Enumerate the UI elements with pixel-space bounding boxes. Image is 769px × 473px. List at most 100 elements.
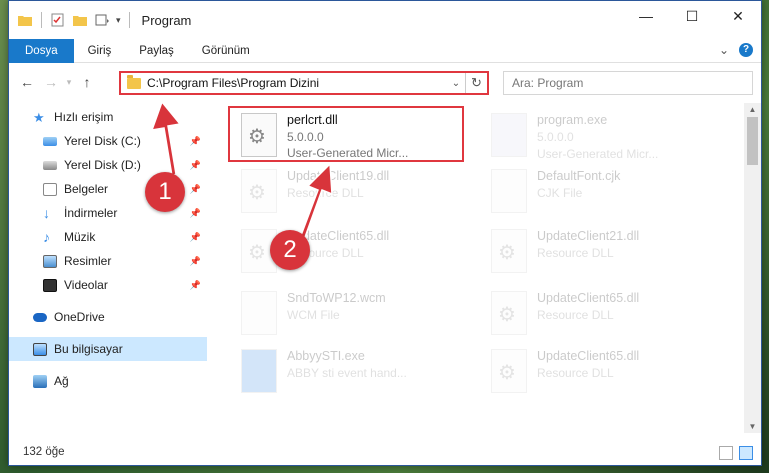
sidebar-item-label: Resimler: [64, 254, 112, 268]
file-type: WCM File: [287, 308, 340, 322]
scroll-up-icon[interactable]: ▲: [744, 105, 761, 114]
help-icon[interactable]: ?: [739, 43, 753, 57]
file-name: UpdateClient19.dll: [287, 169, 390, 183]
address-bar[interactable]: C:\Program Files\Program Dizini ⌄ ↻: [119, 71, 489, 95]
file-item[interactable]: AbbyySTI.exe ABBY sti event hand...: [235, 345, 465, 401]
scroll-thumb[interactable]: [747, 117, 758, 165]
file-item[interactable]: UpdateClient65.dll Resource DLL: [485, 345, 715, 401]
address-path[interactable]: C:\Program Files\Program Dizini: [147, 76, 447, 90]
file-item[interactable]: SndToWP12.wcm WCM File: [235, 287, 465, 343]
details-view-icon[interactable]: [719, 446, 733, 460]
sidebar-item-label: İndirmeler: [64, 206, 118, 220]
vertical-scrollbar[interactable]: ▲ ▼: [744, 103, 761, 433]
exe-file-icon: [491, 113, 527, 157]
up-button[interactable]: ↑: [75, 74, 99, 90]
view-buttons: [719, 446, 753, 460]
star-icon: ★: [33, 109, 45, 125]
pin-icon[interactable]: 📌: [190, 280, 201, 291]
recent-locations-button[interactable]: ▾: [63, 77, 75, 88]
scroll-down-icon[interactable]: ▼: [744, 422, 761, 431]
file-description: User-Generated Micr...: [537, 147, 659, 161]
network-icon: [33, 374, 47, 388]
window-controls: — ☐ ✕: [623, 1, 761, 31]
customize-toolbar-icon[interactable]: [94, 13, 110, 27]
sidebar-item-label: Hızlı erişim: [54, 110, 114, 124]
cloud-icon: [33, 312, 47, 322]
ribbon-tabs: Dosya Giriş Paylaş Görünüm ⌄ ?: [9, 38, 761, 63]
maximize-button[interactable]: ☐: [669, 1, 715, 31]
highlight-box: [228, 106, 464, 162]
sidebar-item-pictures[interactable]: Resimler 📌: [9, 249, 207, 273]
pictures-icon: [43, 254, 57, 268]
window-title: Program: [141, 12, 192, 28]
exe-file-icon: [241, 349, 277, 393]
sidebar-item-this-pc[interactable]: Bu bilgisayar: [9, 337, 207, 361]
tab-view[interactable]: Görünüm: [188, 39, 264, 63]
sidebar-item-videos[interactable]: Videolar 📌: [9, 273, 207, 297]
file-icon: [491, 169, 527, 213]
sidebar-item-onedrive[interactable]: OneDrive: [9, 305, 207, 329]
tab-home[interactable]: Giriş: [74, 39, 126, 63]
step-badge-2: 2: [270, 230, 310, 270]
title-bar: ▾ Program — ☐ ✕: [9, 1, 761, 39]
quick-access-toolbar: ▾: [9, 12, 132, 28]
forward-button[interactable]: →: [39, 74, 63, 90]
file-item[interactable]: UpdateClient65.dll Resource DLL: [485, 287, 715, 343]
dll-file-icon: [491, 291, 527, 335]
file-name: program.exe: [537, 113, 608, 127]
pin-icon[interactable]: 📌: [190, 184, 201, 195]
sidebar-item-network[interactable]: Ağ: [9, 369, 207, 393]
file-type: Resource DLL: [287, 186, 364, 200]
sidebar-item-label: Müzik: [64, 230, 96, 244]
new-folder-icon[interactable]: [72, 13, 88, 27]
ribbon-right: ⌄ ?: [719, 43, 753, 57]
explorer-window: ▾ Program — ☐ ✕ Dosya Giriş Paylaş Görün…: [8, 0, 762, 466]
pin-icon[interactable]: 📌: [190, 160, 201, 171]
properties-icon[interactable]: [50, 13, 66, 27]
step-badge-1: 1: [145, 172, 185, 212]
divider: [128, 12, 130, 28]
drive-icon: [43, 136, 57, 146]
pin-icon[interactable]: 📌: [190, 136, 201, 147]
sidebar-item-label: Ağ: [54, 374, 69, 388]
sidebar-item-disk-d[interactable]: Yerel Disk (D:) 📌: [9, 153, 207, 177]
file-name: UpdateClient65.dll: [537, 349, 640, 363]
tab-file[interactable]: Dosya: [9, 38, 74, 63]
file-item[interactable]: program.exe 5.0.0.0 User-Generated Micr...: [485, 109, 715, 165]
file-name: UpdateClient21.dll: [537, 229, 640, 243]
pin-icon[interactable]: 📌: [190, 208, 201, 219]
file-item[interactable]: DefaultFont.cjk CJK File: [485, 165, 715, 221]
video-icon: [43, 278, 57, 292]
file-type: Resource DLL: [537, 366, 614, 380]
file-type: ABBY sti event hand...: [287, 366, 407, 380]
item-count: 132 öğe: [23, 446, 65, 458]
sidebar-item-quick-access[interactable]: ★ Hızlı erişim: [9, 105, 207, 129]
file-icon: [241, 291, 277, 335]
large-icons-view-icon[interactable]: [739, 446, 753, 460]
folder-icon: [18, 16, 32, 26]
sidebar-item-disk-c[interactable]: Yerel Disk (C:) 📌: [9, 129, 207, 153]
sidebar-item-music[interactable]: ♪ Müzik 📌: [9, 225, 207, 249]
sidebar-item-label: Yerel Disk (D:): [64, 158, 141, 172]
close-button[interactable]: ✕: [715, 1, 761, 31]
minimize-button[interactable]: —: [623, 1, 669, 31]
file-name: DefaultFont.cjk: [537, 169, 621, 183]
file-item[interactable]: UpdateClient21.dll Resource DLL: [485, 225, 715, 281]
expand-ribbon-icon[interactable]: ⌄: [719, 43, 729, 57]
back-button[interactable]: ←: [15, 74, 39, 90]
search-input[interactable]: Ara: Program: [503, 71, 753, 95]
pin-icon[interactable]: 📌: [190, 232, 201, 243]
download-icon: ↓: [43, 204, 50, 221]
sidebar-item-label: Yerel Disk (C:): [64, 134, 141, 148]
navigation-pane: ★ Hızlı erişim Yerel Disk (C:) 📌 Yerel Dis…: [9, 105, 207, 435]
sidebar-item-label: OneDrive: [54, 310, 105, 324]
dll-file-icon: [241, 169, 277, 213]
file-item[interactable]: UpdateClient19.dll Resource DLL: [235, 165, 465, 221]
pin-icon[interactable]: 📌: [190, 256, 201, 267]
tab-share[interactable]: Paylaş: [125, 39, 188, 63]
dropdown-icon[interactable]: ▾: [116, 15, 121, 26]
chevron-down-icon[interactable]: ⌄: [447, 78, 465, 89]
divider: [41, 12, 42, 28]
refresh-icon[interactable]: ↻: [465, 73, 487, 93]
status-bar: 132 öğe: [9, 439, 761, 465]
